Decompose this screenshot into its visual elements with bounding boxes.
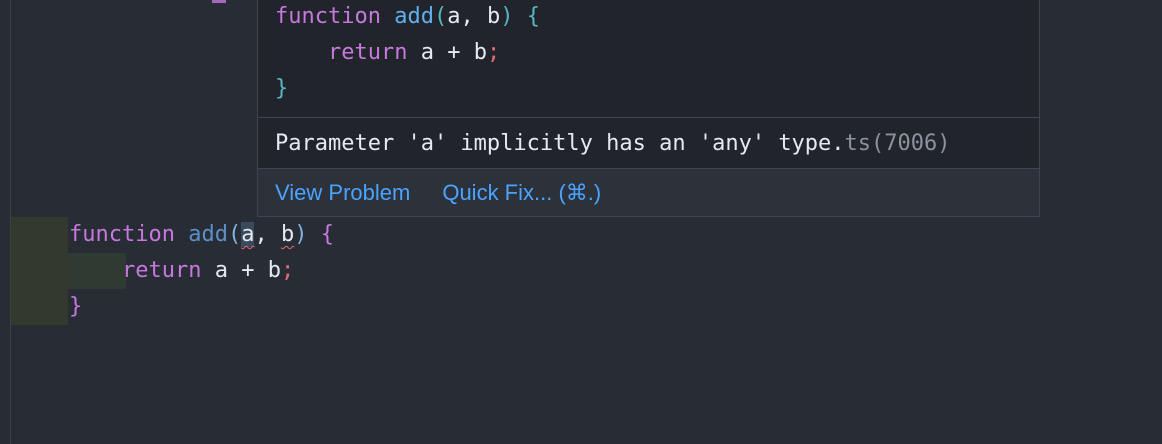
hover-close-paren: ): [500, 4, 514, 29]
plus-operator: +: [227, 258, 268, 283]
open-paren: (: [227, 222, 242, 247]
keyword-return: return: [121, 258, 202, 283]
hover-function-name: add: [394, 4, 434, 29]
close-brace: }: [69, 294, 83, 319]
expr-b: b: [267, 258, 281, 283]
hover-expr: a + b: [420, 40, 487, 65]
code-line-3[interactable]: }: [0, 289, 1162, 325]
hover-close-brace: }: [275, 76, 289, 101]
hover-code-preview: function add(a, b) { return a + b; }: [258, 0, 1039, 118]
diagnostic-message: Parameter 'a' implicitly has an 'any' ty…: [258, 118, 1039, 169]
param-a-error[interactable]: a: [241, 222, 255, 247]
hover-actions: View Problem Quick Fix... (⌘.): [258, 169, 1039, 216]
open-brace: {: [307, 222, 334, 247]
diagnostic-code: ts(7006): [844, 130, 951, 156]
quick-fix-link[interactable]: Quick Fix... (⌘.): [442, 180, 601, 206]
hover-keyword-function: function: [275, 4, 381, 29]
hover-widget: function add(a, b) { return a + b; } Par…: [257, 0, 1040, 217]
expr-a: a: [214, 258, 228, 283]
hover-params: a, b: [447, 4, 501, 29]
hover-open-brace: {: [513, 4, 540, 29]
code-line-1[interactable]: function add(a, b) {: [0, 217, 1162, 253]
code-line-2[interactable]: return a + b;: [0, 253, 1162, 289]
close-paren: ): [294, 222, 308, 247]
param-b-error[interactable]: b: [281, 222, 294, 247]
keyword-function: function: [69, 222, 175, 247]
hover-keyword-return: return: [327, 40, 408, 65]
comma: ,: [254, 222, 281, 247]
hover-semicolon: ;: [486, 40, 501, 65]
diagnostic-text: Parameter 'a' implicitly has an 'any' ty…: [275, 130, 845, 156]
view-problem-link[interactable]: View Problem: [275, 180, 410, 206]
function-name[interactable]: add: [188, 222, 228, 247]
semicolon: ;: [280, 258, 295, 283]
hover-open-paren: (: [433, 4, 448, 29]
scroll-indicator: [212, 0, 226, 3]
code-editor[interactable]: function add(a, b) { return a + b; }: [0, 217, 1162, 325]
